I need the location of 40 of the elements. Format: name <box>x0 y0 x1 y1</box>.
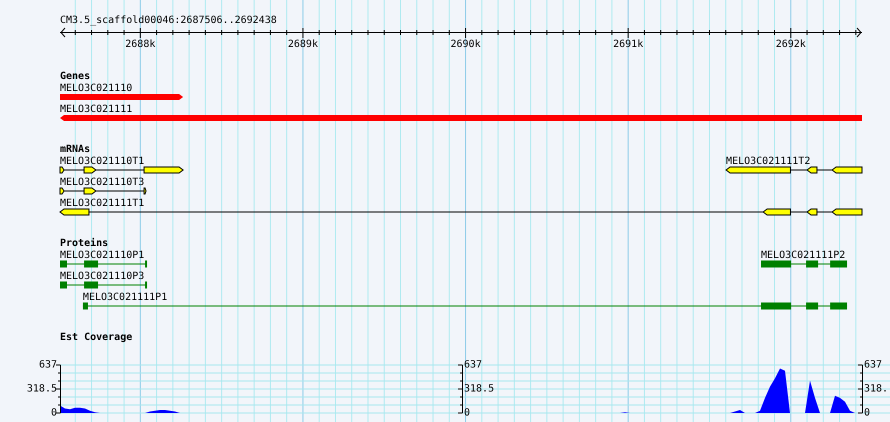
transcript-drawing[interactable] <box>60 188 147 194</box>
protein-drawing[interactable] <box>60 282 148 288</box>
ruler-title: CM3.5_scaffold00046:2687506..2692438 <box>60 15 277 26</box>
axis-tick-label: 318. <box>864 384 888 394</box>
track-title: Proteins <box>60 238 108 249</box>
feature-label[interactable]: MELO3C021111P2 <box>761 250 846 261</box>
axis-tick-label: 637 <box>464 360 482 370</box>
axis-tick-label: 318.5 <box>464 384 494 394</box>
ruler-label: 2689k <box>288 39 318 50</box>
track-title: Est Coverage <box>60 332 132 343</box>
feature-label[interactable]: MELO3C021111P1 <box>82 292 168 303</box>
ruler-label: 2688k <box>125 39 156 50</box>
transcript-drawing[interactable] <box>60 166 184 174</box>
feature-label[interactable]: MELO3C021111T1 <box>60 198 144 209</box>
transcript-drawing[interactable] <box>725 166 862 174</box>
feature-label[interactable]: MELO3C021111T2 <box>726 156 810 167</box>
axis-tick-label: 318.5 <box>26 384 57 394</box>
axis-tick-label: 0 <box>864 408 870 418</box>
protein-drawing[interactable] <box>60 260 148 268</box>
axis-tick-label: 0 <box>464 408 470 418</box>
feature-label[interactable]: MELO3C021111 <box>60 104 132 115</box>
axis-tick-label: 637 <box>864 360 882 370</box>
y-axis <box>458 364 463 414</box>
feature-label[interactable]: MELO3C021110P3 <box>60 271 144 282</box>
transcript-drawing[interactable] <box>59 208 862 216</box>
protein-drawing[interactable] <box>82 302 848 310</box>
feature-label[interactable]: MELO3C021110T1 <box>60 156 144 167</box>
ruler-label: 2692k <box>776 39 806 50</box>
feature-label[interactable]: MELO3C021110 <box>60 83 132 94</box>
y-axis <box>56 364 61 414</box>
feature-label[interactable]: MELO3C021110T3 <box>60 177 144 188</box>
ruler-label: 2690k <box>450 39 481 50</box>
axis-tick-label: 637 <box>38 360 57 370</box>
ruler-label: 2691k <box>613 39 644 50</box>
axis-tick-label: 0 <box>50 408 57 418</box>
track-title: mRNAs <box>60 144 90 155</box>
protein-drawing[interactable] <box>760 260 848 268</box>
track-title: Genes <box>60 71 90 82</box>
feature-label[interactable]: MELO3C021110P1 <box>60 250 144 261</box>
y-axis <box>858 364 863 414</box>
